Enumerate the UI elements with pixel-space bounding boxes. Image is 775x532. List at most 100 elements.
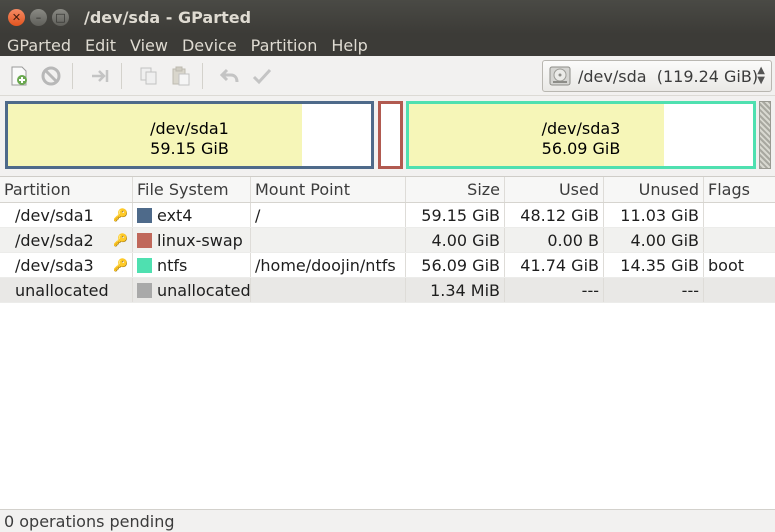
menu-gparted[interactable]: GParted (0, 36, 78, 55)
filesystem-name: unallocated (157, 280, 251, 300)
menu-device[interactable]: Device (175, 36, 244, 55)
cell-flags (704, 278, 775, 302)
menu-bar: GParted Edit View Device Partition Help (0, 34, 775, 56)
column-header-mountpoint[interactable]: Mount Point (251, 177, 406, 202)
delete-button[interactable] (38, 63, 64, 89)
column-header-filesystem[interactable]: File System (133, 177, 251, 202)
diskmap-partition-sda1[interactable]: /dev/sda1 59.15 GiB (5, 101, 374, 169)
cell-mountpoint (251, 278, 406, 302)
diskmap-label: /dev/sda1 59.15 GiB (8, 119, 371, 159)
cell-unused: --- (604, 278, 704, 302)
table-row[interactable]: /dev/sda3 🔑 ntfs /home/doojin/ntfs 56.09… (0, 253, 775, 278)
minimize-window-button[interactable]: – (30, 8, 47, 26)
copy-icon (140, 67, 157, 84)
cell-partition: unallocated (0, 278, 133, 302)
device-selector[interactable]: /dev/sda (119.24 GiB) ▲ ▼ (542, 60, 772, 92)
delete-icon (41, 66, 61, 85)
status-text: 0 operations pending (4, 511, 175, 531)
diskmap-partition-name: /dev/sda3 (541, 119, 621, 138)
filesystem-color-swatch (137, 257, 152, 273)
menu-view[interactable]: View (123, 36, 175, 55)
status-bar: 0 operations pending (0, 509, 775, 532)
maximize-window-button[interactable]: □ (52, 8, 69, 26)
cell-flags (704, 228, 775, 252)
cell-filesystem: ntfs (133, 253, 251, 277)
cell-used: 0.00 B (505, 228, 604, 252)
new-partition-icon (11, 66, 27, 85)
cell-size: 59.15 GiB (406, 203, 505, 227)
toolbar-separator (72, 62, 73, 89)
new-partition-button[interactable] (6, 63, 32, 89)
window-title: /dev/sda - GParted (84, 7, 252, 27)
resize-move-button[interactable] (87, 63, 113, 89)
cell-partition: /dev/sda2 🔑 (0, 228, 133, 252)
cell-size: 1.34 MiB (406, 278, 505, 302)
toolbar-separator (121, 62, 122, 89)
cell-size: 56.09 GiB (406, 253, 505, 277)
cell-unused: 11.03 GiB (604, 203, 704, 227)
device-selector-label: /dev/sda (119.24 GiB) (578, 66, 759, 86)
cell-flags (704, 203, 775, 227)
cell-filesystem: linux-swap (133, 228, 251, 252)
diskmap-partition-sda3[interactable]: /dev/sda3 56.09 GiB (406, 101, 756, 169)
chevron-updown-icon: ▲ ▼ (757, 65, 765, 86)
diskmap-partition-size: 56.09 GiB (541, 139, 621, 158)
hard-disk-icon (549, 66, 571, 86)
table-row[interactable]: /dev/sda1 🔑 ext4 / 59.15 GiB 48.12 GiB 1… (0, 203, 775, 228)
filesystem-name: ntfs (157, 255, 188, 275)
key-icon: 🔑 (113, 233, 128, 247)
partition-name: /dev/sda3 (15, 255, 94, 275)
column-header-partition[interactable]: Partition (0, 177, 133, 202)
partition-name: unallocated (15, 280, 109, 300)
menu-partition[interactable]: Partition (244, 36, 325, 55)
cell-mountpoint: /home/doojin/ntfs (251, 253, 406, 277)
cell-size: 4.00 GiB (406, 228, 505, 252)
diskmap-unallocated[interactable] (759, 101, 771, 169)
cell-used: 41.74 GiB (505, 253, 604, 277)
cell-filesystem: unallocated (133, 278, 251, 302)
cell-used: --- (505, 278, 604, 302)
filesystem-color-swatch (137, 282, 152, 298)
key-icon: 🔑 (113, 208, 128, 222)
apply-icon (252, 68, 272, 84)
toolbar: /dev/sda (119.24 GiB) ▲ ▼ (0, 56, 775, 96)
column-header-flags[interactable]: Flags (704, 177, 775, 202)
paste-icon (172, 66, 190, 85)
toolbar-separator (202, 62, 203, 89)
table-header: Partition File System Mount Point Size U… (0, 177, 775, 203)
cell-mountpoint (251, 228, 406, 252)
key-icon: 🔑 (113, 258, 128, 272)
filesystem-name: ext4 (157, 205, 193, 225)
table-row[interactable]: unallocated unallocated 1.34 MiB --- --- (0, 278, 775, 303)
table-row[interactable]: /dev/sda2 🔑 linux-swap 4.00 GiB 0.00 B 4… (0, 228, 775, 253)
paste-button[interactable] (168, 63, 194, 89)
partition-name: /dev/sda2 (15, 230, 94, 250)
cell-partition: /dev/sda1 🔑 (0, 203, 133, 227)
cell-filesystem: ext4 (133, 203, 251, 227)
title-bar: ✕ – □ /dev/sda - GParted (0, 0, 775, 34)
menu-help[interactable]: Help (324, 36, 374, 55)
cell-partition: /dev/sda3 🔑 (0, 253, 133, 277)
disk-map: /dev/sda1 59.15 GiB /dev/sda3 56.09 GiB (0, 96, 775, 174)
close-window-button[interactable]: ✕ (8, 8, 25, 26)
cell-mountpoint: / (251, 203, 406, 227)
undo-icon (219, 68, 239, 82)
filesystem-name: linux-swap (157, 230, 243, 250)
cell-unused: 14.35 GiB (604, 253, 704, 277)
diskmap-partition-sda2[interactable] (378, 101, 403, 169)
menu-edit[interactable]: Edit (78, 36, 123, 55)
apply-button[interactable] (249, 63, 275, 89)
column-header-size[interactable]: Size (406, 177, 505, 202)
partition-table: Partition File System Mount Point Size U… (0, 176, 775, 509)
partition-name: /dev/sda1 (15, 205, 94, 225)
resize-move-icon (92, 69, 109, 82)
diskmap-partition-size: 59.15 GiB (150, 139, 229, 158)
filesystem-color-swatch (137, 232, 152, 248)
column-header-unused[interactable]: Unused (604, 177, 704, 202)
cell-unused: 4.00 GiB (604, 228, 704, 252)
diskmap-label: /dev/sda3 56.09 GiB (409, 119, 753, 159)
copy-button[interactable] (136, 63, 162, 89)
column-header-used[interactable]: Used (505, 177, 604, 202)
undo-button[interactable] (217, 63, 243, 89)
cell-flags: boot (708, 255, 745, 275)
